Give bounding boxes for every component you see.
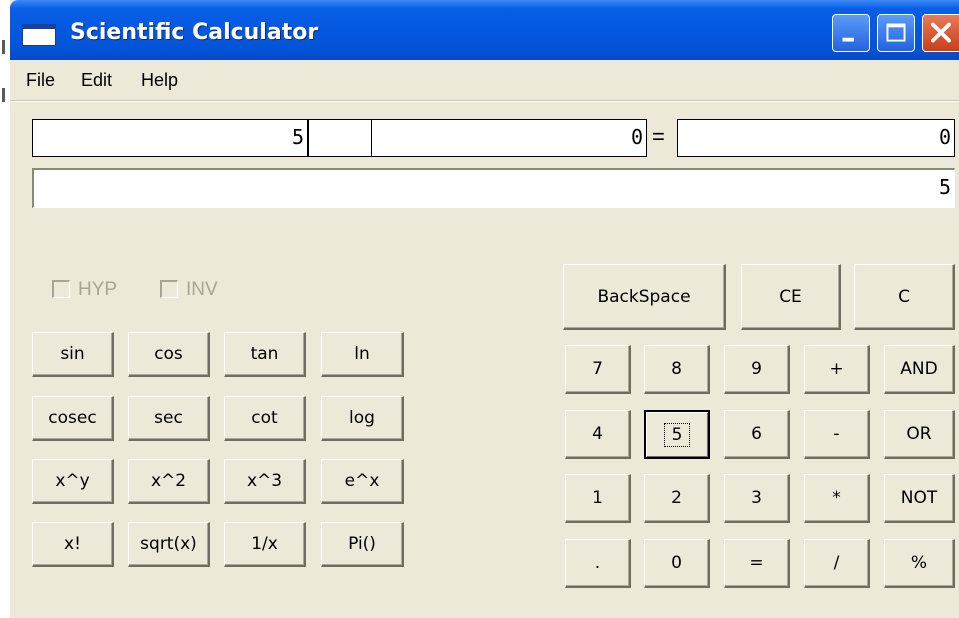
decimal-point-button[interactable]: .: [565, 539, 631, 588]
maximize-icon: [886, 23, 906, 42]
factorial-button[interactable]: x!: [32, 522, 114, 567]
backspace-button[interactable]: BackSpace: [563, 264, 726, 330]
inv-checkbox-box: [160, 280, 178, 298]
operand1-display: 5: [32, 119, 308, 157]
tan-button[interactable]: tan: [224, 332, 306, 377]
desktop-edge: [0, 0, 10, 618]
hyp-label: HYP: [78, 279, 118, 300]
digit-4-button[interactable]: 4: [565, 410, 631, 459]
sec-button[interactable]: sec: [128, 396, 210, 441]
divide-button[interactable]: /: [804, 539, 870, 588]
digit-2-button[interactable]: 2: [644, 474, 710, 523]
cot-button[interactable]: cot: [224, 396, 306, 441]
cosec-button[interactable]: cosec: [32, 396, 114, 441]
minimize-icon: [842, 37, 854, 42]
digit-7-button[interactable]: 7: [565, 345, 631, 394]
operand2-display: 0: [371, 119, 647, 157]
equals-button[interactable]: =: [724, 539, 790, 588]
operator-display: [308, 119, 372, 157]
pi-button[interactable]: Pi(): [321, 522, 404, 567]
menu-bar: File Edit Help: [10, 60, 959, 100]
x-cubed-button[interactable]: x^3: [224, 459, 306, 504]
digit-8-button[interactable]: 8: [644, 345, 710, 394]
menu-file[interactable]: File: [26, 70, 55, 91]
calculator-window: Scientific Calculator File Edit Help 5 0…: [10, 0, 959, 618]
close-icon: [931, 22, 951, 43]
percent-button[interactable]: %: [884, 539, 955, 588]
clear-entry-button[interactable]: CE: [741, 264, 841, 330]
main-display[interactable]: 5: [32, 168, 955, 208]
log-button[interactable]: log: [321, 396, 404, 441]
reciprocal-button[interactable]: 1/x: [224, 522, 306, 567]
menu-edit[interactable]: Edit: [81, 70, 112, 91]
minimize-button[interactable]: [832, 14, 870, 52]
ln-button[interactable]: ln: [321, 332, 404, 377]
equals-sign: =: [652, 124, 665, 149]
clear-button[interactable]: C: [854, 264, 955, 330]
window-title: Scientific Calculator: [70, 20, 319, 45]
result-display: 0: [677, 119, 955, 157]
digit-3-button[interactable]: 3: [724, 474, 790, 523]
plus-button[interactable]: +: [804, 345, 870, 394]
app-window-icon: [22, 24, 56, 46]
e-pow-x-button[interactable]: e^x: [321, 459, 404, 504]
not-button[interactable]: NOT: [884, 474, 955, 523]
digit-5-label: 5: [663, 422, 691, 447]
or-button[interactable]: OR: [884, 410, 955, 459]
and-button[interactable]: AND: [884, 345, 955, 394]
digit-0-button[interactable]: 0: [644, 539, 710, 588]
menu-separator: [10, 100, 959, 102]
menu-help[interactable]: Help: [141, 70, 178, 91]
digit-5-button[interactable]: 5: [644, 410, 710, 459]
x-squared-button[interactable]: x^2: [128, 459, 210, 504]
digit-9-button[interactable]: 9: [724, 345, 790, 394]
cos-button[interactable]: cos: [128, 332, 210, 377]
maximize-button[interactable]: [877, 14, 915, 52]
hyp-checkbox-box: [52, 280, 70, 298]
inv-label: INV: [186, 279, 218, 300]
multiply-button[interactable]: *: [804, 474, 870, 523]
digit-6-button[interactable]: 6: [724, 410, 790, 459]
digit-1-button[interactable]: 1: [565, 474, 631, 523]
title-bar[interactable]: Scientific Calculator: [10, 0, 959, 60]
sqrt-button[interactable]: sqrt(x): [128, 522, 210, 567]
close-button[interactable]: [922, 14, 959, 52]
minus-button[interactable]: -: [804, 410, 870, 459]
sin-button[interactable]: sin: [32, 332, 114, 377]
x-pow-y-button[interactable]: x^y: [32, 459, 114, 504]
